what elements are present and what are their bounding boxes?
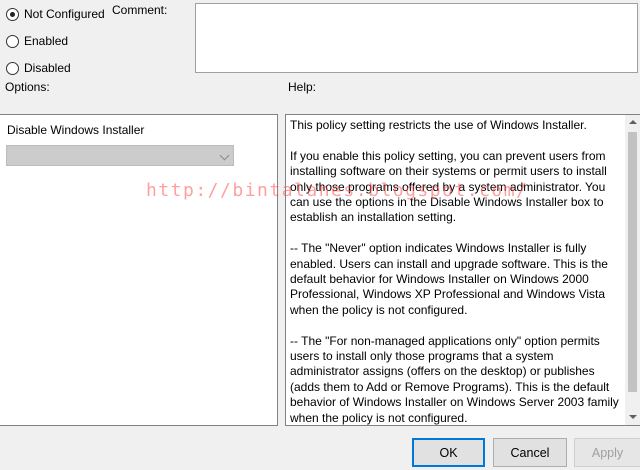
- apply-button[interactable]: Apply: [574, 438, 640, 467]
- options-panel: Disable Windows Installer: [0, 114, 278, 426]
- ok-button[interactable]: OK: [412, 438, 485, 467]
- radio-indicator: [6, 61, 19, 75]
- radio-indicator: [6, 7, 19, 21]
- comment-textarea[interactable]: [195, 3, 638, 73]
- radio-enabled[interactable]: Enabled: [6, 33, 68, 49]
- scroll-down-arrow-icon[interactable]: [625, 410, 640, 425]
- radio-disabled[interactable]: Disabled: [6, 60, 71, 76]
- help-panel: This policy setting restricts the use of…: [285, 114, 640, 426]
- radio-label-disabled: Disabled: [24, 61, 71, 75]
- options-label: Options:: [5, 80, 50, 94]
- scroll-up-arrow-icon[interactable]: [625, 115, 640, 130]
- help-text: This policy setting restricts the use of…: [290, 118, 625, 425]
- cancel-button[interactable]: Cancel: [493, 438, 567, 467]
- help-paragraph: -- The "Never" option indicates Windows …: [290, 241, 608, 317]
- help-paragraph: -- The "For non-managed applications onl…: [290, 333, 619, 425]
- watermark: http://bintalanes.blogspot.com/: [146, 180, 529, 201]
- help-paragraph: This policy setting restricts the use of…: [290, 118, 587, 132]
- chevron-down-icon: [219, 150, 230, 161]
- scroll-thumb[interactable]: [628, 132, 637, 392]
- comment-label: Comment:: [112, 3, 168, 17]
- radio-indicator: [6, 34, 19, 48]
- radio-not-configured[interactable]: Not Configured: [6, 6, 105, 22]
- help-label: Help:: [288, 80, 317, 94]
- option-title: Disable Windows Installer: [7, 123, 145, 137]
- radio-label-not-configured: Not Configured: [24, 7, 105, 21]
- radio-label-enabled: Enabled: [24, 34, 69, 48]
- disable-installer-dropdown[interactable]: [6, 145, 234, 166]
- help-scrollbar[interactable]: [625, 115, 640, 425]
